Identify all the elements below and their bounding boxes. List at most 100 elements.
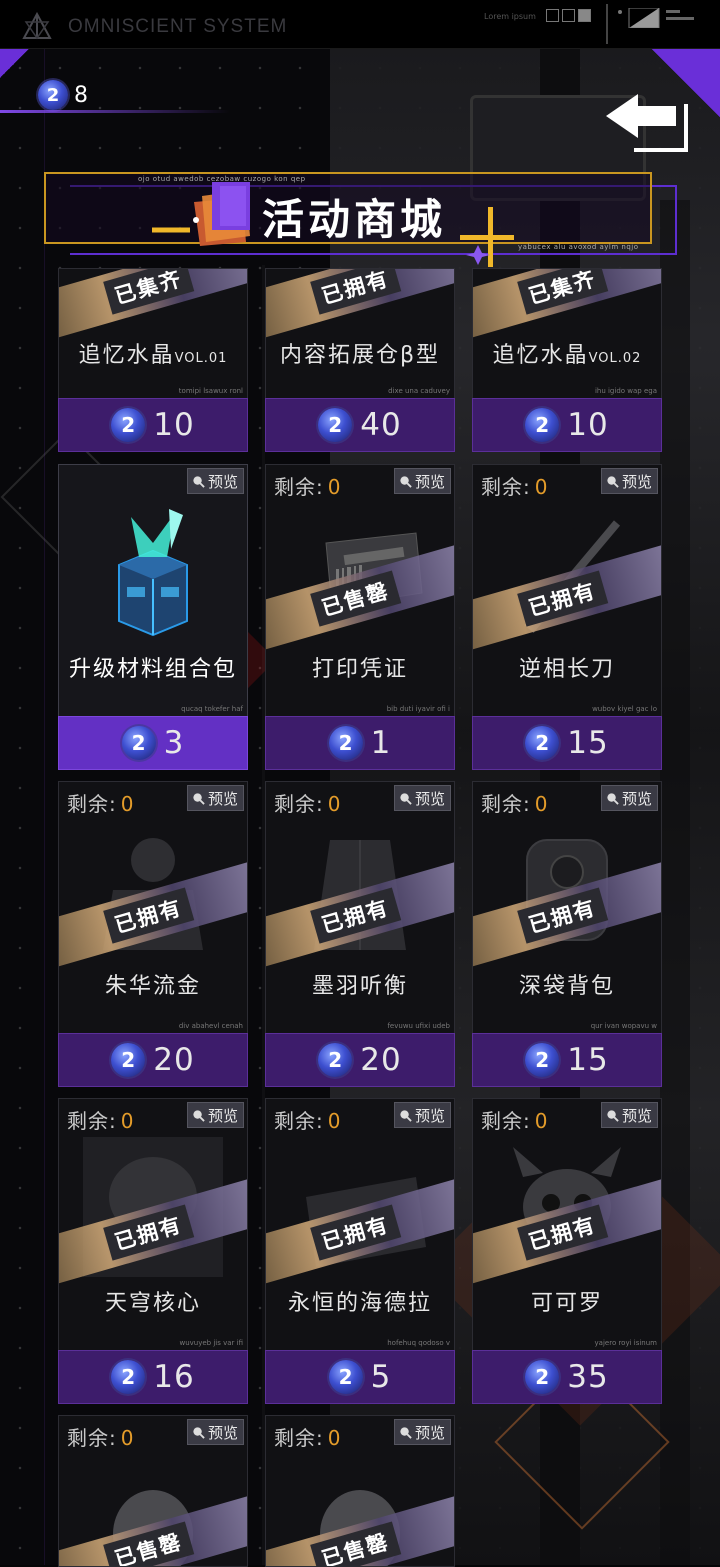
system-logo-icon: [22, 12, 52, 40]
preview-button[interactable]: 预览: [186, 468, 244, 494]
price-button[interactable]: 2 20: [265, 1033, 455, 1087]
item-caption: wubov kiyel gac lo: [592, 705, 657, 713]
remaining-label: 剩余:: [67, 1109, 117, 1133]
price-button[interactable]: 2 3: [58, 716, 248, 770]
item-price: 20: [153, 1042, 195, 1078]
item-name: 墨羽听衡: [311, 974, 408, 999]
banner-caption: yabucex alu avoxod aylm nqjo: [518, 243, 639, 251]
remaining-count: 剩余: 0: [67, 788, 134, 817]
magnifier-icon: [607, 1109, 619, 1122]
preview-label: 预览: [621, 789, 652, 808]
magnifier-icon: [400, 792, 412, 805]
remaining-value: 0: [327, 475, 342, 499]
price-button[interactable]: 2 15: [472, 1033, 662, 1087]
item-price: 35: [567, 1359, 609, 1395]
preview-button[interactable]: 预览: [600, 468, 658, 494]
item-caption: yajero royi isinum: [594, 1339, 657, 1347]
shop-item-card[interactable]: 已集齐 追忆水晶VOL.02 ihu igido wap ega: [472, 268, 662, 410]
magnifier-icon: [193, 1109, 205, 1122]
item-volume: VOL.01: [174, 351, 228, 366]
preview-label: 预览: [414, 472, 445, 491]
item-caption: dixe una caduvey: [388, 387, 450, 395]
item-volume: VOL.02: [588, 351, 642, 366]
remaining-value: 0: [534, 792, 549, 816]
item-price: 1: [370, 725, 392, 761]
shop-item-card[interactable]: 剩余: 0 预览 已拥有 逆相长刀 wubov kiyel gac lo: [472, 464, 662, 718]
shop-item-card[interactable]: 剩余: 0 预览 已售罄 打印凭证 bib duti iyavir ofi i: [265, 464, 455, 718]
coin-icon: 2: [38, 80, 68, 110]
price-button[interactable]: 2 5: [265, 1350, 455, 1404]
shop-item-card[interactable]: 剩余: 0 预览 已售罄: [58, 1415, 248, 1567]
preview-label: 预览: [621, 1106, 652, 1125]
item-name: 内容拓展仓β型: [266, 337, 454, 369]
price-button[interactable]: 2 16: [58, 1350, 248, 1404]
remaining-label: 剩余:: [274, 1426, 324, 1450]
remaining-label: 剩余:: [67, 792, 117, 816]
preview-button[interactable]: 预览: [393, 468, 451, 494]
preview-label: 预览: [207, 472, 238, 491]
item-name: 深袋背包: [518, 974, 615, 999]
price-button[interactable]: 2 10: [58, 398, 248, 452]
preview-button[interactable]: 预览: [186, 1419, 244, 1445]
shop-item-card[interactable]: 剩余: 0 预览 已拥有 朱华流金 div abahevl cenah: [58, 781, 248, 1035]
shop-item-card[interactable]: 剩余: 0 预览 已拥有 可可罗 yajero royi isinum: [472, 1098, 662, 1352]
coin-icon: 2: [525, 1043, 560, 1077]
price-button[interactable]: 2 35: [472, 1350, 662, 1404]
preview-label: 预览: [414, 789, 445, 808]
preview-button[interactable]: 预览: [393, 1419, 451, 1445]
currency-value: 8: [74, 82, 88, 108]
preview-button[interactable]: 预览: [186, 1102, 244, 1128]
shop-item-card[interactable]: 已集齐 追忆水晶VOL.01 tomipi lsawux ronl: [58, 268, 248, 410]
price-button[interactable]: 2 40: [265, 398, 455, 452]
shop-item-card[interactable]: 剩余: 0 预览 已拥有 墨羽听衡 fevuwu ufixi udeb: [265, 781, 455, 1035]
shop-item-card[interactable]: 已拥有 内容拓展仓β型 dixe una caduvey: [265, 268, 455, 410]
preview-button[interactable]: 预览: [186, 785, 244, 811]
coin-icon: 2: [318, 408, 353, 442]
preview-button[interactable]: 预览: [393, 785, 451, 811]
remaining-value: 0: [120, 1109, 135, 1133]
menu-bars-icon: [666, 10, 694, 24]
item-name-text: 追忆水晶: [492, 343, 589, 368]
item-price: 16: [153, 1359, 195, 1395]
item-price: 40: [360, 407, 402, 443]
remaining-count: 剩余: 0: [274, 1105, 341, 1134]
price-button[interactable]: 2 1: [265, 716, 455, 770]
remaining-count: 剩余: 0: [274, 1422, 341, 1451]
price-button[interactable]: 2 15: [472, 716, 662, 770]
coin-icon: 2: [111, 1043, 146, 1077]
remaining-value: 0: [534, 475, 549, 499]
price-button[interactable]: 2 10: [472, 398, 662, 452]
preview-button[interactable]: 预览: [600, 1102, 658, 1128]
price-button[interactable]: 2 20: [58, 1033, 248, 1087]
remaining-count: 剩余: 0: [274, 788, 341, 817]
coin-icon: 2: [121, 726, 156, 760]
shop-item-card[interactable]: 剩余: 0 预览 已拥有 永恒的海德拉 hofehuq qodoso v: [265, 1098, 455, 1352]
remaining-value: 0: [327, 1426, 342, 1450]
shop-item-card[interactable]: 剩余: 0 预览 已拥有 深袋背包 qur ivan wopavu w: [472, 781, 662, 1035]
item-caption: qur ivan wopavu w: [590, 1022, 657, 1030]
remaining-count: 剩余: 0: [274, 471, 341, 500]
magnifier-icon: [400, 475, 412, 488]
item-name: 可可罗: [530, 1291, 603, 1316]
item-name: 追忆水晶VOL.02: [473, 337, 661, 369]
system-title: OMNISCIENT SYSTEM: [68, 16, 288, 37]
remaining-count: 剩余: 0: [481, 788, 548, 817]
indicator-box: [546, 9, 559, 22]
status-label: 已拥有: [309, 269, 401, 315]
preview-button[interactable]: 预览: [393, 1102, 451, 1128]
divider: [606, 4, 608, 44]
remaining-value: 0: [120, 1426, 135, 1450]
shop-item-card[interactable]: 预览 升级材料组合包 qucaq tokefer haf: [58, 464, 248, 718]
back-button[interactable]: [604, 88, 692, 158]
background-pillar: [660, 200, 690, 1565]
preview-button[interactable]: 预览: [600, 785, 658, 811]
remaining-value: 0: [534, 1109, 549, 1133]
shop-item-card[interactable]: 剩余: 0 预览 已拥有 天穹核心 wuvuyeb jis var ifi: [58, 1098, 248, 1352]
indicator-box: [578, 9, 591, 22]
item-price: 20: [360, 1042, 402, 1078]
shop-item-card[interactable]: 剩余: 0 预览 已售罄: [265, 1415, 455, 1567]
remaining-count: 剩余: 0: [67, 1422, 134, 1451]
item-price: 10: [567, 407, 609, 443]
coin-icon: 2: [318, 1043, 353, 1077]
remaining-label: 剩余:: [481, 1109, 531, 1133]
